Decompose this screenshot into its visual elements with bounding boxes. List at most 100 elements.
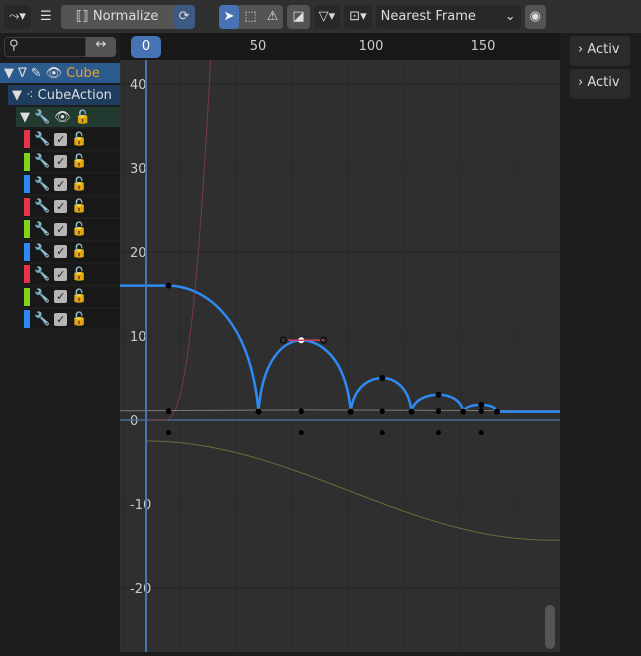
keyframe-point <box>435 391 442 398</box>
eye-icon[interactable]: 👁 <box>54 110 71 125</box>
expand-icon[interactable]: ▼ <box>4 66 14 81</box>
ruler-label: 100 <box>358 39 384 54</box>
action-channel[interactable]: ▼ ⁖ CubeAction <box>8 85 120 105</box>
visibility-checkbox[interactable]: ✓ <box>54 155 68 168</box>
lock-icon[interactable]: 🔓 <box>71 244 87 259</box>
fcurve-channel[interactable]: 🔧 ✓ 🔓 <box>24 264 120 284</box>
box-select-icon[interactable]: ⬚ <box>239 4 262 29</box>
editor-type-button[interactable]: ⤳▾ <box>4 4 31 29</box>
curve-color-swatch <box>24 287 30 306</box>
expand-icon[interactable]: ▼ <box>12 88 22 103</box>
graph-area[interactable]: 40 30 20 10 0 -10 -20 <box>101 0 574 652</box>
keyframe-point <box>166 408 171 414</box>
search-input[interactable]: ⚲ <box>4 37 86 57</box>
keyframe-point <box>478 408 484 414</box>
visibility-checkbox[interactable]: ✓ <box>54 245 68 258</box>
lock-icon[interactable]: 🔓 <box>71 154 87 169</box>
graph-canvas[interactable]: 403020100-10-20 <box>101 0 574 652</box>
visibility-checkbox[interactable]: ✓ <box>54 177 68 191</box>
fcurve-channel[interactable]: 🔧 ✓ 🔓 <box>24 219 120 239</box>
swap-filter-button[interactable]: ↔ <box>86 37 116 57</box>
gray-fcurve <box>119 409 561 412</box>
sidebar-tab[interactable]: › Activ <box>570 69 630 99</box>
fcurve-channel[interactable]: 🔧 ✓ 🔓 <box>24 241 120 262</box>
keyframe-point <box>379 430 385 436</box>
header: ⤳▾ ☰ ⟦⟧ Normalize ⟳ ➤ ⬚ ⚠ ◪ ▽▾ ⊡▾ Neares… <box>0 0 641 33</box>
proportional-edit-icon[interactable]: ◉ <box>524 4 546 29</box>
modifier-icon[interactable]: 🔧 <box>34 222 50 237</box>
channel-list: ⚲ ↔ ▼ ∇ ✎ 👁 Cube ▼ ⁖ CubeAction ▼ 🔧 👁 🔓 🔧 ✓ 🔓 🔧 ✓ 🔓 🔧 ✓ 🔓… <box>0 33 120 652</box>
lock-icon[interactable]: 🔓 <box>71 312 87 327</box>
vertical-scrollbar[interactable] <box>545 605 555 649</box>
lock-icon[interactable]: 🔓 <box>71 177 87 192</box>
blue-fcurve <box>101 284 574 417</box>
lock-icon[interactable]: 🔓 <box>71 267 87 282</box>
y-axis-label: 20 <box>130 246 147 261</box>
lock-icon[interactable]: 🔓 <box>71 132 87 147</box>
handle-point <box>279 336 287 344</box>
visibility-checkbox[interactable]: ✓ <box>54 267 68 281</box>
modifier-icon[interactable]: 🔧 <box>34 244 50 259</box>
fcurve-channel[interactable]: 🔧 ✓ 🔓 <box>24 129 120 149</box>
visibility-checkbox[interactable]: ✓ <box>54 200 68 213</box>
fcurve-channel[interactable]: 🔧 ✓ 🔓 <box>24 286 120 307</box>
pin-icon[interactable]: ✎ <box>31 66 42 81</box>
visibility-checkbox[interactable]: ✓ <box>54 312 68 326</box>
search-icon: ⚲ <box>9 38 19 53</box>
sidebar-tab[interactable]: › Activ <box>570 36 630 66</box>
ruler-label: 150 <box>470 39 496 54</box>
current-frame-indicator[interactable]: 0 <box>131 36 161 58</box>
y-axis-label: 0 <box>130 414 138 429</box>
modifier-icon[interactable]: 🔧 <box>34 132 50 147</box>
modifier-icon[interactable]: 🔧 <box>34 199 50 214</box>
normalize-label: Normalize <box>92 9 159 24</box>
refresh-normalize-icon[interactable]: ⟳ <box>173 4 195 29</box>
select-tools: ➤ ⬚ ⚠ <box>218 4 284 29</box>
warning-icon[interactable]: ⚠ <box>261 4 284 29</box>
visibility-checkbox[interactable]: ✓ <box>54 132 68 146</box>
lock-icon[interactable]: 🔓 <box>75 110 91 125</box>
keyframe-point <box>478 401 485 408</box>
tab-label: Activ <box>587 75 620 90</box>
lock-icon[interactable]: 🔓 <box>71 199 87 214</box>
olive-fcurve <box>145 440 574 541</box>
modifier-icon[interactable]: 🔧 <box>34 312 50 327</box>
fcurve-channel[interactable]: 🔧 ✓ 🔓 <box>24 151 120 172</box>
object-name: Cube <box>66 65 100 81</box>
modifier-icon[interactable]: 🔧 <box>34 154 50 169</box>
modifier-icon[interactable]: 🔧 <box>34 267 50 282</box>
group-channel[interactable]: ▼ 🔧 👁 🔓 <box>16 107 120 127</box>
expand-icon[interactable]: ▼ <box>20 110 30 125</box>
mesh-icon: ∇ <box>18 65 27 81</box>
menu-icon[interactable]: ☰ <box>35 5 57 29</box>
keyframe-point <box>298 430 304 436</box>
view-bounds-icon[interactable]: ◪ <box>287 4 310 29</box>
normalize-toggle[interactable]: ⟦⟧ Normalize <box>60 4 174 29</box>
fcurve-channel[interactable]: 🔧 ✓ 🔓 <box>24 309 120 329</box>
normalize-group: ⟦⟧ Normalize ⟳ <box>60 4 195 29</box>
select-cursor-icon[interactable]: ➤ <box>218 4 240 29</box>
curve-color-swatch <box>24 242 30 261</box>
modifier-icon[interactable]: 🔧 <box>34 177 50 192</box>
keyframe-point <box>348 409 354 415</box>
keyframe-point <box>379 408 385 414</box>
curve-color-swatch <box>24 310 30 328</box>
curve-color-swatch <box>24 197 30 216</box>
pivot-dropdown[interactable]: ⊡▾ <box>344 4 372 29</box>
lock-icon[interactable]: 🔓 <box>71 222 87 237</box>
keyframe-point <box>478 430 484 436</box>
keyframe-point <box>460 409 466 415</box>
lock-icon[interactable]: 🔓 <box>71 289 87 304</box>
sidebar: › Activ › Activ <box>560 33 641 652</box>
object-channel[interactable]: ▼ ∇ ✎ 👁 Cube <box>0 63 120 83</box>
keyframe-point <box>166 430 171 436</box>
modifier-icon[interactable]: 🔧 <box>34 289 50 304</box>
visibility-checkbox[interactable]: ✓ <box>54 222 68 236</box>
snap-mode-dropdown[interactable]: Nearest Frame ⌄ <box>375 4 521 29</box>
fcurve-channel[interactable]: 🔧 ✓ 🔓 <box>24 196 120 217</box>
fcurve-channel[interactable]: 🔧 ✓ 🔓 <box>24 174 120 194</box>
visibility-checkbox[interactable]: ✓ <box>54 290 68 303</box>
frame-ruler[interactable]: 0 50 100 150 <box>120 33 560 60</box>
filter-dropdown[interactable]: ▽▾ <box>313 4 341 29</box>
eye-icon[interactable]: 👁 <box>46 66 63 81</box>
